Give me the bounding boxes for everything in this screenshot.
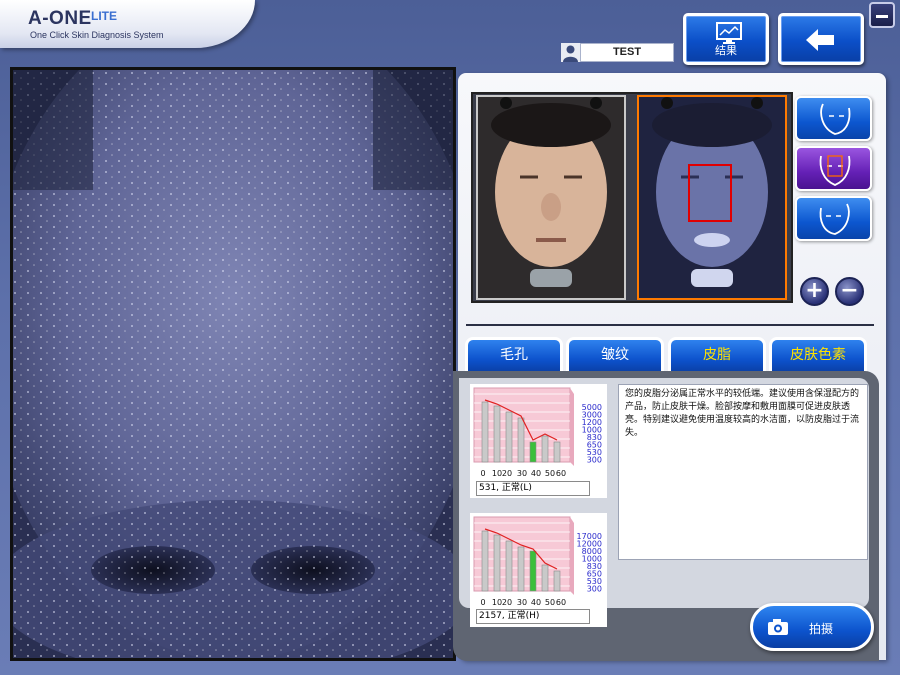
result-button-label: 结果 (715, 44, 737, 57)
chart-bar (529, 550, 537, 592)
capture-button-label: 拍摄 (809, 622, 834, 636)
face-view-front-button[interactable] (795, 146, 872, 191)
chart-x-label: 60 (556, 469, 566, 478)
app-logo-panel: A-ONE LITE One Click Skin Diagnosis Syst… (0, 0, 255, 48)
chart-x-label: 10 (492, 598, 502, 607)
chart-side (570, 388, 574, 466)
normal-light-thumbnail[interactable] (476, 95, 626, 300)
chart-x-label: 40 (531, 598, 541, 607)
result-button[interactable]: 结果 (683, 13, 769, 65)
tab-sebum[interactable]: 皮脂 (668, 337, 766, 373)
chart-x-label: 20 (502, 469, 512, 478)
chart-x-label: 20 (502, 598, 512, 607)
chart-1-value: 531, 正常(L) (476, 481, 590, 496)
capture-button[interactable]: 拍摄 (750, 603, 874, 651)
zoom-in-button[interactable]: + (800, 277, 829, 306)
minimize-icon (876, 15, 888, 18)
chart-x-label: 0 (480, 469, 485, 478)
arrow-left-icon (806, 29, 834, 51)
chart-x-label: 30 (517, 469, 527, 478)
chart-bar (517, 417, 525, 463)
chart-x-label: 50 (545, 469, 555, 478)
back-button[interactable] (778, 13, 864, 65)
tab-pores-label: 毛孔 (500, 347, 528, 363)
chart-bar (517, 546, 525, 592)
skin-closeup-image (10, 67, 456, 661)
chart-x-label: 10 (492, 469, 502, 478)
chart-bar (553, 570, 561, 592)
tab-pores[interactable]: 毛孔 (465, 337, 563, 373)
face-left-icon (820, 103, 851, 135)
section-divider (466, 324, 874, 326)
advice-text: 您的皮脂分泌属正常水平的较低端。建议使用含保湿配方的产品，防止皮肤干燥。脸部按摩… (618, 384, 868, 560)
plus-icon: + (805, 278, 824, 303)
user-name-field: TEST (580, 43, 674, 62)
chart-bar (505, 540, 513, 592)
camera-icon (768, 619, 788, 635)
tab-wrinkles-label: 皱纹 (601, 347, 629, 363)
tab-pigmentation[interactable]: 皮肤色素 (769, 337, 867, 373)
tab-pigmentation-label: 皮肤色素 (790, 347, 846, 363)
app-subtitle: One Click Skin Diagnosis System (30, 30, 164, 40)
chart-x-label: 40 (531, 469, 541, 478)
chart-bar (529, 441, 537, 463)
tab-wrinkles[interactable]: 皱纹 (566, 337, 664, 373)
minus-icon: − (840, 278, 859, 303)
chart-bar (553, 441, 561, 463)
face-view-left-button[interactable] (795, 96, 872, 141)
app-edition: LITE (91, 9, 117, 23)
minimize-button[interactable] (869, 2, 895, 28)
chart-bar (481, 530, 489, 592)
chart-x-label: 0 (480, 598, 485, 607)
face-view-right-button[interactable] (795, 196, 872, 241)
chart-bar (505, 411, 513, 463)
face-right-icon (819, 203, 850, 235)
user-icon (561, 43, 580, 62)
tab-sebum-label: 皮脂 (703, 347, 731, 363)
uv-light-thumbnail[interactable] (637, 95, 787, 300)
chart-side (570, 517, 574, 595)
face-front-icon (819, 155, 851, 186)
chart-bar (541, 435, 549, 463)
chart-x-label: 50 (545, 598, 555, 607)
chart-x-label: 60 (556, 598, 566, 607)
chart-bar (541, 564, 549, 592)
chart-bar (481, 401, 489, 463)
chart-bar (493, 405, 501, 463)
chart-scale-label: 300 (587, 456, 602, 465)
chart-2-value: 2157, 正常(H) (476, 609, 590, 624)
zoom-out-button[interactable]: − (835, 277, 864, 306)
chart-x-label: 30 (517, 598, 527, 607)
chart-bar (493, 534, 501, 592)
chart-scale-label: 300 (587, 585, 602, 594)
app-title: A-ONE (28, 8, 92, 29)
